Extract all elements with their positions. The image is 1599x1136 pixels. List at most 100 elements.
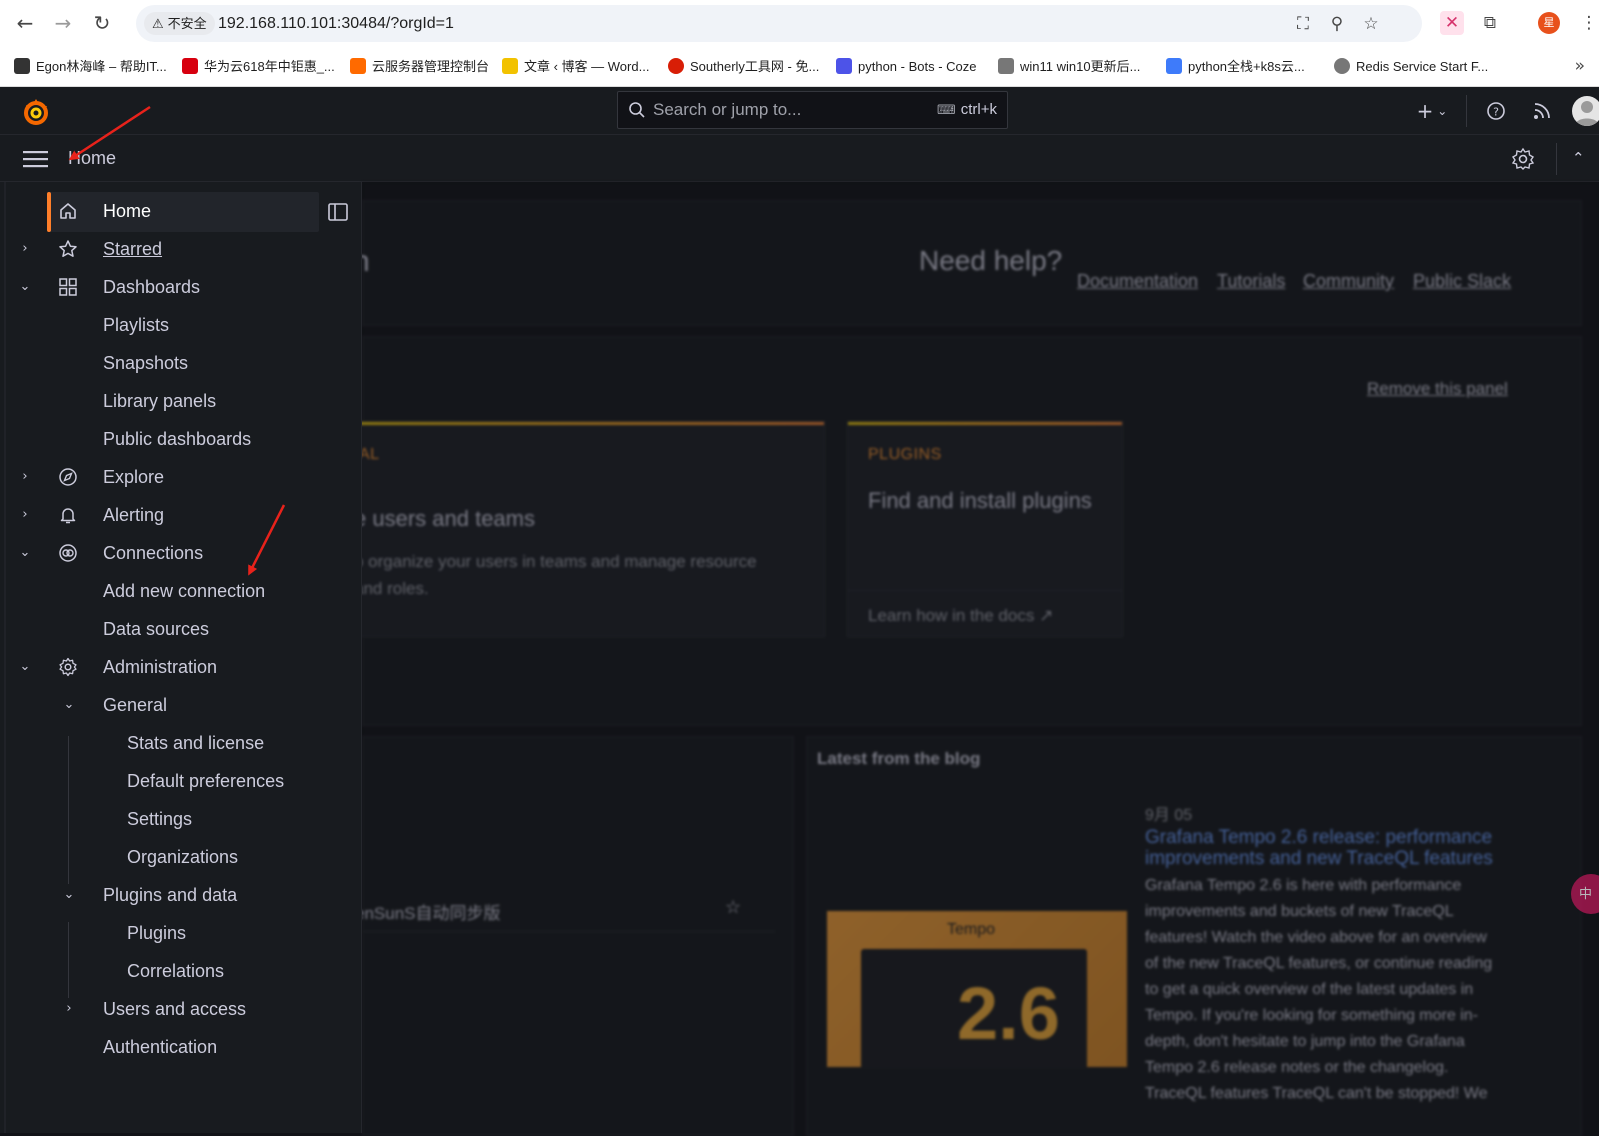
help-icon: ? [1487,102,1505,120]
docs-link[interactable]: Learn how in the docs ↗ [868,602,1053,630]
community-link[interactable]: Community [1303,271,1394,292]
home-dashboard-background: n Need help? Documentation Tutorials Com… [353,182,1599,1136]
breadcrumb[interactable]: Home [68,135,116,182]
search-input[interactable]: Search or jump to... ⌨ ctrl+k [617,91,1008,129]
nav-item-authentication[interactable]: Authentication [0,1028,362,1066]
chevron-down-icon[interactable]: ⌄ [16,648,34,686]
bookmark-item[interactable]: 云服务器管理控制台 [350,56,489,78]
rss-icon [1534,103,1550,119]
reload-icon[interactable]: ↻ [89,10,115,36]
nav-item-starred[interactable]: › Starred [0,230,362,268]
help-button[interactable]: ? [1482,97,1510,125]
nav-item-plugins-and-data[interactable]: ⌄ Plugins and data [0,876,362,914]
extensions-puzzle-icon[interactable]: ⧉ [1478,11,1502,35]
blog-panel: Latest from the blog Tempo 2.6 9月 05 Gra… [806,736,1582,1136]
nav-item-playlists[interactable]: Playlists [0,306,362,344]
nav-item-add-new-connection[interactable]: Add new connection [0,572,362,610]
compass-icon [59,468,77,486]
back-icon[interactable]: ← [12,10,38,36]
bookmark-star-icon[interactable]: ☆ [1360,13,1382,35]
grafana-topbar: Search or jump to... ⌨ ctrl+k + ⌄ ? [0,87,1599,135]
nav-item-organizations[interactable]: Organizations [0,838,362,876]
users-teams-card[interactable]: IAL e users and teams o organize your us… [353,421,825,637]
dashboard-list-item[interactable]: enSunS自动同步版 [355,899,501,924]
public-slack-link[interactable]: Public Slack [1413,271,1511,292]
hamburger-menu-icon[interactable] [23,149,48,169]
nav-item-snapshots[interactable]: Snapshots [0,344,362,382]
starred-dashboards-panel: enSunS自动同步版 ☆ [355,736,794,1136]
nav-item-plugins[interactable]: Plugins [0,914,362,952]
nav-item-default-preferences[interactable]: Default preferences [0,762,362,800]
nav-item-administration[interactable]: ⌄ Administration [0,648,362,686]
blog-title[interactable]: Grafana Tempo 2.6 release: performance im… [1145,827,1493,869]
bookmark-item[interactable]: Egon林海峰 – 帮助IT... [14,56,167,78]
tutorials-link[interactable]: Tutorials [1217,271,1285,292]
chevron-right-icon[interactable]: › [16,230,34,268]
nav-item-library-panels[interactable]: Library panels [0,382,362,420]
documentation-link[interactable]: Documentation [1077,271,1198,292]
blog-date: 9月 05 [1145,807,1193,824]
chevron-down-icon[interactable]: ⌄ [60,876,78,914]
divider [363,931,775,932]
chevron-down-icon: ⌄ [1433,104,1448,118]
bookmark-item[interactable]: 文章 ‹ 博客 — Word... [502,56,649,78]
address-bar[interactable]: ⚠ 不安全 192.168.110.101:30484/?orgId=1 ⛶ ⚲ … [136,5,1422,42]
nav-item-correlations[interactable]: Correlations [0,952,362,990]
card-accent-bar [354,422,824,425]
nav-item-home[interactable]: Home [0,192,362,230]
chevron-down-icon[interactable]: ⌄ [16,268,34,306]
bookmark-item[interactable]: python全栈+k8s云... [1166,56,1305,78]
star-icon[interactable]: ☆ [725,897,741,918]
card-category: PLUGINS [868,446,942,463]
grafana-logo-icon[interactable] [20,96,52,128]
welcome-panel: n Need help? Documentation Tutorials Com… [353,200,1582,326]
separator [1466,95,1467,127]
image-version: 2.6 [957,972,1060,1055]
chevron-right-icon[interactable]: › [60,990,78,1028]
zoom-icon[interactable]: ⚲ [1326,13,1348,35]
chevron-down-icon[interactable]: ⌄ [60,686,78,724]
chevron-up-icon[interactable]: ⌃ [1572,149,1585,167]
url-text[interactable]: 192.168.110.101:30484/?orgId=1 [218,5,454,42]
nav-item-stats-and-license[interactable]: Stats and license [0,724,362,762]
forward-icon[interactable]: → [50,10,76,36]
getting-started-panel: Remove this panel IAL e users and teams … [353,336,1582,726]
nav-item-alerting[interactable]: › Alerting [0,496,362,534]
chevron-down-icon[interactable]: ⌄ [16,534,34,572]
remove-panel-link[interactable]: Remove this panel [1367,379,1508,399]
new-menu-button[interactable]: + ⌄ [1412,97,1452,125]
dashboards-grid-icon [59,278,77,296]
bookmark-item[interactable]: win11 win10更新后... [998,56,1140,78]
nav-item-data-sources[interactable]: Data sources [0,610,362,648]
profile-avatar[interactable]: 星 [1538,12,1560,34]
bookmarks-overflow-icon[interactable]: » [1575,56,1585,76]
bookmark-item[interactable]: 华为云618年中钜惠_... [182,56,335,78]
bookmark-item[interactable]: python - Bots - Coze [836,56,977,78]
nav-item-explore[interactable]: › Explore [0,458,362,496]
blog-image[interactable]: Tempo 2.6 [827,911,1127,1069]
bookmarks-bar: Egon林海峰 – 帮助IT... 华为云618年中钜惠_... 云服务器管理控… [0,46,1599,87]
security-warning[interactable]: ⚠ 不安全 [144,12,215,35]
chevron-right-icon[interactable]: › [16,496,34,534]
gear-icon[interactable] [1511,147,1535,171]
nav-item-public-dashboards[interactable]: Public dashboards [0,420,362,458]
menu-kebab-icon[interactable]: ⋮ [1577,11,1599,35]
nav-item-dashboards[interactable]: ⌄ Dashboards [0,268,362,306]
plugins-card[interactable]: PLUGINS Find and install plugins Learn h… [847,421,1123,637]
translate-icon[interactable]: ⛶ [1292,13,1314,35]
breadcrumb-bar: Home ⌃ [0,135,1599,182]
user-avatar[interactable] [1572,96,1599,126]
bookmark-item[interactable]: Southerly工具网 - 免... [668,56,819,78]
chevron-right-icon[interactable]: › [16,458,34,496]
star-icon [59,240,77,257]
nav-item-users-and-access[interactable]: › Users and access [0,990,362,1028]
blog-header: Latest from the blog [817,749,981,768]
nav-item-connections[interactable]: ⌄ Connections [0,534,362,572]
nav-item-settings[interactable]: Settings [0,800,362,838]
nav-item-general[interactable]: ⌄ General [0,686,362,724]
extension-icon[interactable]: ✕ [1440,11,1464,35]
news-button[interactable] [1528,97,1556,125]
bookmark-favicon-icon [836,58,852,74]
divider [848,590,1122,591]
bookmark-item[interactable]: Redis Service Start F... [1334,56,1488,78]
